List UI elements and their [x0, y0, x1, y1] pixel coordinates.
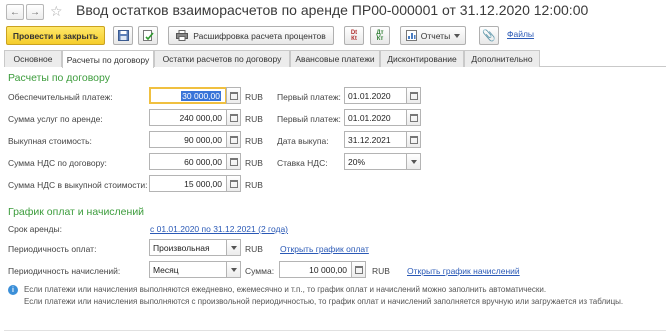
vat-rate-dropdown-button[interactable]: [406, 153, 421, 170]
reports-label: Отчеты: [420, 30, 451, 41]
calculator-icon: [229, 179, 238, 188]
calculator-button[interactable]: [226, 109, 241, 126]
calendar-icon: [409, 113, 418, 122]
security-payment-field[interactable]: 30 000,00: [149, 87, 227, 104]
first-payment-label: Первый платеж:: [277, 92, 341, 102]
dt-kt-icon: Dt Кt: [350, 29, 358, 42]
vat-contract-field[interactable]: 60 000,00: [149, 153, 227, 170]
tab-main[interactable]: Основное: [4, 50, 62, 67]
report-icon: [405, 30, 417, 41]
sum-field[interactable]: 10 000,00: [279, 261, 352, 278]
payment-frequency-dropdown-button[interactable]: [226, 239, 241, 256]
payment-unit: RUB: [245, 244, 263, 254]
paperclip-icon: 📎: [482, 30, 496, 42]
calculator-icon: [229, 113, 238, 122]
tab-settlement-balances[interactable]: Остатки расчетов по договору: [154, 50, 290, 67]
calendar-button[interactable]: [406, 87, 421, 104]
dt-kt-movements-icon: Дт Кт: [376, 29, 384, 42]
security-payment-unit: RUB: [245, 92, 263, 102]
arrow-left-icon: ←: [10, 6, 20, 18]
accrual-frequency-select[interactable]: Месяц: [149, 261, 227, 278]
lease-services-unit: RUB: [245, 114, 263, 124]
chevron-down-icon: [230, 245, 237, 250]
first-payment-field-2[interactable]: 01.01.2020: [344, 109, 407, 126]
buyout-date-label: Дата выкупа:: [277, 136, 329, 146]
dt-kt-button[interactable]: Dt Кt: [344, 26, 364, 45]
post-document-icon: [142, 29, 154, 41]
arrow-right-icon: →: [30, 6, 40, 18]
save-button[interactable]: [113, 26, 133, 45]
post-and-close-button[interactable]: Провести и закрыть: [6, 26, 105, 45]
tab-contract-settlements[interactable]: Расчеты по договору: [62, 50, 154, 68]
schedule-section-title: График оплат и начислений: [8, 206, 145, 218]
buyout-cost-label: Выкупная стоимость:: [8, 136, 92, 146]
info-icon: i: [8, 285, 18, 295]
first-payment-label-2: Первый платеж:: [277, 114, 341, 124]
vat-buyout-field[interactable]: 15 000,00: [149, 175, 227, 192]
payment-frequency-label: Периодичность оплат:: [8, 244, 97, 254]
reports-button[interactable]: Отчеты: [400, 26, 466, 45]
first-payment-field[interactable]: 01.01.2020: [344, 87, 407, 104]
calendar-button[interactable]: [406, 109, 421, 126]
calendar-icon: [409, 135, 418, 144]
lease-services-label: Сумма услуг по аренде:: [8, 114, 103, 124]
buyout-cost-field[interactable]: 90 000,00: [149, 131, 227, 148]
info-line-1: Если платежи или начисления выполняются …: [24, 285, 547, 294]
contract-section-title: Расчеты по договору: [8, 72, 110, 84]
buyout-cost-unit: RUB: [245, 136, 263, 146]
vat-contract-label: Сумма НДС по договору:: [8, 158, 107, 168]
files-link[interactable]: Файлы: [507, 29, 534, 39]
calculator-button[interactable]: [226, 131, 241, 148]
chevron-down-icon: [454, 33, 461, 38]
tab-discounting[interactable]: Дисконтирование: [380, 50, 464, 67]
calculator-button[interactable]: [351, 261, 366, 278]
calendar-icon: [409, 91, 418, 100]
vat-rate-label: Ставка НДС:: [277, 158, 328, 168]
calculator-icon: [354, 265, 363, 274]
attach-button[interactable]: 📎: [479, 26, 499, 45]
calculator-icon: [229, 157, 238, 166]
buyout-date-field[interactable]: 31.12.2021: [344, 131, 407, 148]
accrual-frequency-dropdown-button[interactable]: [226, 261, 241, 278]
payment-frequency-select[interactable]: Произвольная: [149, 239, 227, 256]
calculator-button[interactable]: [226, 87, 241, 104]
accrual-frequency-label: Периодичность начислений:: [8, 266, 121, 276]
vat-buyout-label: Сумма НДС в выкупной стоимости:: [8, 180, 148, 190]
window-title: Ввод остатков взаиморасчетов по аренде П…: [76, 2, 589, 18]
forward-button[interactable]: →: [26, 4, 44, 20]
open-payment-schedule-link[interactable]: Открыть график оплат: [280, 244, 369, 254]
calculator-button[interactable]: [226, 153, 241, 170]
tab-additional[interactable]: Дополнительно: [464, 50, 540, 67]
save-icon: [117, 30, 129, 41]
interest-decoding-label: Расшифровка расчета процентов: [193, 30, 326, 41]
open-accrual-schedule-link[interactable]: Открыть график начислений: [407, 266, 520, 276]
info-line-2: Если платежи или начисления выполняются …: [24, 297, 624, 306]
security-payment-value: 30 000,00: [181, 90, 221, 101]
sum-unit: RUB: [372, 266, 390, 276]
calculator-button[interactable]: [226, 175, 241, 192]
chevron-down-icon: [230, 267, 237, 272]
bottom-divider: [4, 330, 666, 331]
vat-buyout-unit: RUB: [245, 180, 263, 190]
chevron-down-icon: [410, 159, 417, 164]
tab-advance-payments[interactable]: Авансовые платежи: [290, 50, 380, 67]
vat-contract-unit: RUB: [245, 158, 263, 168]
back-button[interactable]: ←: [6, 4, 24, 20]
interest-decoding-button[interactable]: Расшифровка расчета процентов: [168, 26, 334, 45]
lease-term-label: Срок аренды:: [8, 224, 62, 234]
lease-term-link[interactable]: с 01.01.2020 по 31.12.2021 (2 года): [150, 224, 288, 234]
vat-rate-select[interactable]: 20%: [344, 153, 407, 170]
sum-label: Сумма:: [245, 266, 275, 276]
dt-kt-movements-button[interactable]: Дт Кт: [370, 26, 390, 45]
calendar-button[interactable]: [406, 131, 421, 148]
favorite-star-icon[interactable]: ☆: [50, 4, 64, 18]
lease-services-field[interactable]: 240 000,00: [149, 109, 227, 126]
security-payment-label: Обеспечительный платеж:: [8, 92, 113, 102]
calculator-icon: [229, 91, 238, 100]
post-button[interactable]: [138, 26, 158, 45]
printer-icon: [176, 30, 189, 41]
calculator-icon: [229, 135, 238, 144]
